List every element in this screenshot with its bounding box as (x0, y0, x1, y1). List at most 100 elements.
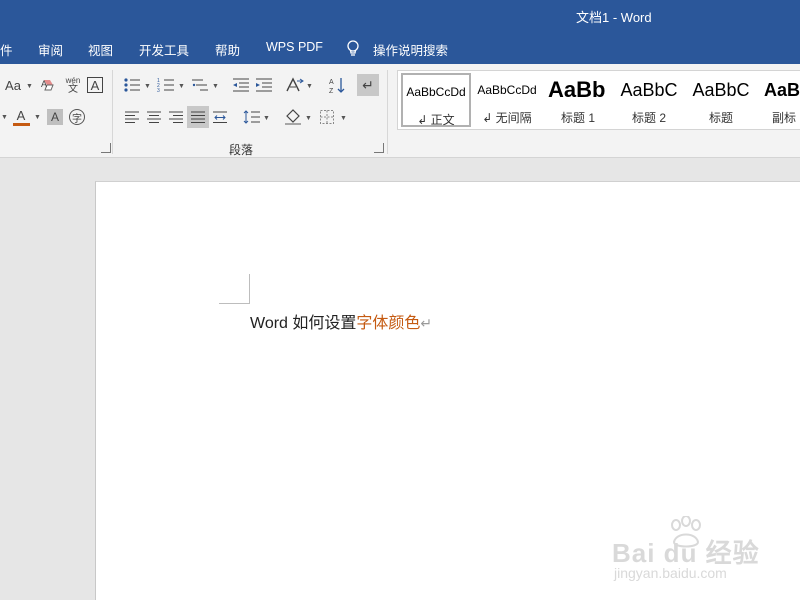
font-color-button[interactable]: A (10, 106, 32, 128)
distributed-button[interactable] (209, 106, 231, 128)
tab-review[interactable]: 审阅 (38, 40, 63, 59)
style-sample: AaBbC (692, 80, 750, 100)
style-subtitle[interactable]: AaBl 副标 (758, 73, 800, 127)
justify-button[interactable] (187, 106, 209, 128)
align-right-button[interactable] (165, 106, 187, 128)
paragraph-mark: ↵ (420, 315, 433, 331)
style-name: ↲ 无间隔 (482, 111, 532, 125)
align-center-button[interactable] (143, 106, 165, 128)
sort-az-icon: AZ (329, 78, 345, 94)
text-boundary-corner (219, 274, 250, 304)
styles-gallery: AaBbCcDd ↲ 正文 AaBbCcDd ↲ 无间隔 AaBb 标题 1 A… (397, 70, 800, 130)
chevron-down-icon: ▼ (263, 115, 270, 122)
phonetic-bottom-label: 文 (68, 84, 78, 95)
style-title[interactable]: AaBbC 标题 (686, 73, 756, 127)
enclose-characters-icon: 字 (69, 109, 85, 125)
borders-button[interactable] (316, 106, 338, 128)
character-border-button[interactable]: A (84, 74, 106, 96)
change-case-button[interactable]: Aa (0, 74, 26, 96)
shading-button[interactable] (282, 106, 304, 128)
show-paragraph-marks-button[interactable]: ↵ (357, 74, 379, 96)
style-heading-1[interactable]: AaBb 标题 1 (543, 73, 613, 127)
increase-indent-button[interactable] (253, 74, 275, 96)
justify-icon (191, 111, 205, 123)
style-heading-2[interactable]: AaBbC 标题 2 (614, 73, 684, 127)
bullets-button[interactable] (121, 74, 143, 96)
style-name: 副标 (772, 111, 797, 125)
align-center-icon (147, 111, 161, 123)
asian-layout-button[interactable] (284, 74, 306, 96)
outdent-icon (233, 78, 249, 92)
ribbon-tab-bar: 件 审阅 视图 开发工具 帮助 WPS PDF 操作说明搜索 (0, 32, 800, 64)
chevron-down-icon: ▼ (144, 83, 151, 90)
asian-layout-icon (286, 77, 304, 92)
svg-text:Z: Z (329, 88, 334, 94)
style-name: 标题 1 (560, 111, 595, 125)
tab-view[interactable]: 视图 (88, 40, 113, 59)
style-no-spacing[interactable]: AaBbCcDd ↲ 无间隔 (472, 73, 542, 127)
chevron-down-icon: ▼ (26, 83, 33, 90)
chevron-down-icon: ▼ (306, 83, 313, 90)
title-bar: 文档1 - Word (0, 0, 800, 32)
eraser-icon: A (41, 79, 54, 91)
tab-file[interactable]: 件 (0, 40, 13, 59)
indent-icon (256, 78, 272, 92)
style-name: 标题 (708, 111, 733, 125)
chevron-down-icon: ▼ (1, 114, 8, 121)
style-sample: AaBb (548, 77, 606, 102)
lightbulb-icon (347, 40, 359, 56)
clear-formatting-button[interactable]: A (38, 74, 60, 96)
numbered-list-icon: 123 (157, 78, 174, 93)
baidu-jingyan-watermark: Bai du 经验 jingyan.baidu.com (612, 516, 762, 586)
window-title: 文档1 - Word (576, 10, 652, 25)
style-name: ↲ 正文 (417, 113, 455, 127)
svg-text:3: 3 (157, 88, 160, 93)
character-shading-icon: A (47, 109, 63, 125)
group-separator (387, 70, 388, 154)
style-normal[interactable]: AaBbCcDd ↲ 正文 (401, 73, 471, 127)
numbering-button[interactable]: 123 (155, 74, 177, 96)
document-paragraph[interactable]: Word 如何设置字体颜色↵ (250, 309, 432, 333)
chevron-down-icon: ▼ (340, 115, 347, 122)
change-case-label: Aa (5, 77, 21, 93)
enclose-characters-button[interactable]: 字 (66, 106, 88, 128)
tab-wps-pdf[interactable]: WPS PDF (266, 40, 323, 54)
line-spacing-icon (243, 110, 260, 124)
distributed-icon (213, 111, 227, 123)
bullet-list-icon (124, 78, 140, 92)
paragraph-dialog-launcher-icon[interactable] (374, 143, 384, 153)
paragraph-group-label: 段落 (229, 143, 254, 157)
style-sample: AaBbCcDd (477, 83, 537, 97)
svg-text:A: A (41, 79, 47, 89)
tab-developer[interactable]: 开发工具 (139, 40, 189, 59)
paint-bucket-icon (285, 109, 301, 125)
sort-button[interactable]: AZ (326, 74, 348, 96)
align-left-icon (125, 111, 139, 123)
tab-help[interactable]: 帮助 (215, 40, 240, 59)
phonetic-guide-button[interactable]: wén 文 (62, 74, 84, 96)
decrease-indent-button[interactable] (230, 74, 252, 96)
font-color-icon: A (16, 107, 26, 123)
tell-me-search[interactable]: 操作说明搜索 (373, 40, 448, 59)
chevron-down-icon: ▼ (178, 83, 185, 90)
font-color-swatch (12, 122, 30, 126)
style-sample: AaBl (764, 80, 800, 100)
chevron-down-icon: ▼ (34, 114, 41, 121)
style-sample: AaBbCcDd (406, 85, 466, 99)
character-shading-button[interactable]: A (44, 106, 66, 128)
watermark-url: jingyan.baidu.com (614, 565, 727, 581)
multilevel-list-icon (192, 79, 208, 91)
align-left-button[interactable] (121, 106, 143, 128)
group-separator (112, 70, 113, 154)
multilevel-list-button[interactable] (189, 74, 211, 96)
character-border-icon: A (87, 77, 103, 93)
borders-icon (320, 110, 334, 124)
chevron-down-icon: ▼ (305, 115, 312, 122)
line-spacing-button[interactable] (241, 106, 263, 128)
font-dialog-launcher-icon[interactable] (101, 143, 111, 153)
paragraph-mark-icon: ↵ (362, 76, 374, 93)
plain-text: Word 如何设置 (250, 315, 357, 332)
colored-text: 字体颜色 (356, 315, 421, 332)
align-right-icon (169, 111, 183, 123)
svg-text:A: A (329, 79, 334, 86)
